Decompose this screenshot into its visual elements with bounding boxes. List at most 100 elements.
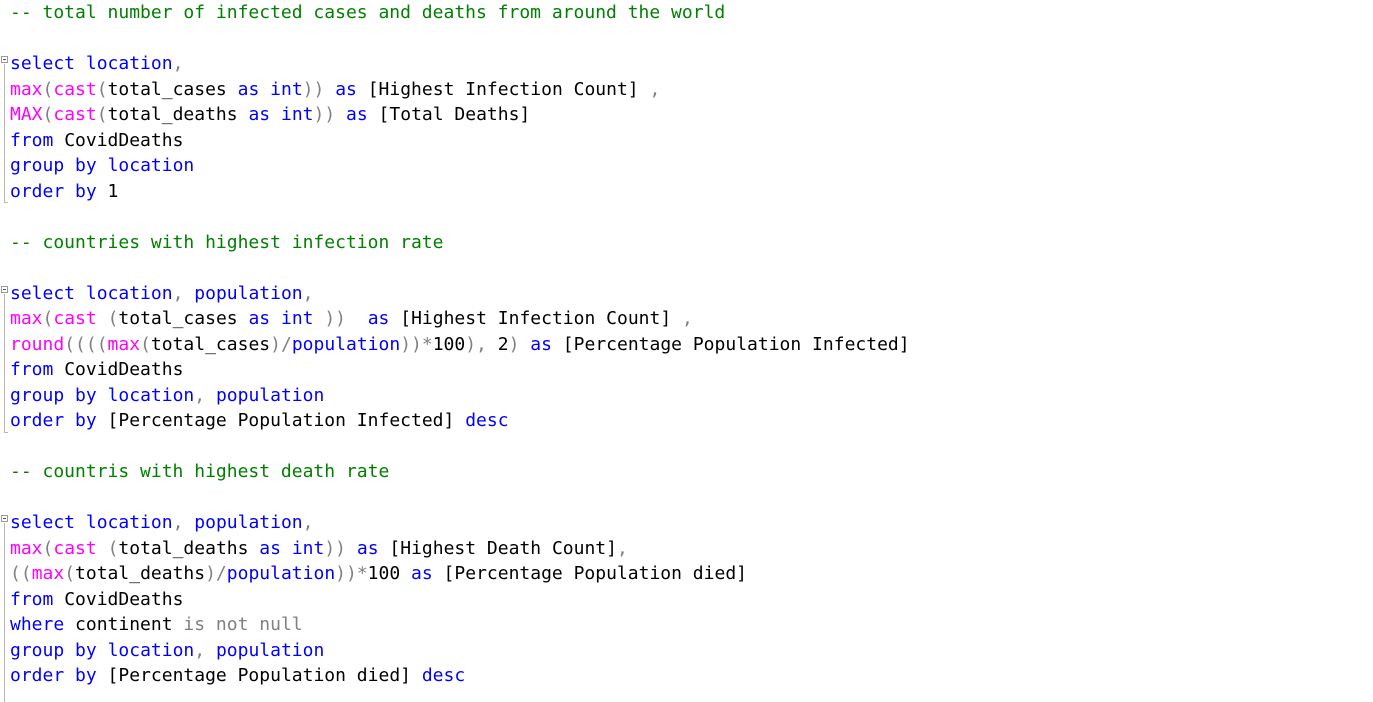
operator-token: ( — [107, 308, 119, 329]
text-token: [Percentage Population died] — [96, 665, 422, 686]
code-line[interactable]: -- countries with highest infection rate — [10, 230, 910, 256]
operator-token: is not null — [183, 614, 303, 635]
blank-line[interactable] — [10, 434, 910, 460]
fold-guide-line — [4, 64, 5, 202]
keyword-token: desc — [421, 665, 466, 686]
keyword-token: order — [10, 410, 65, 431]
operator-token: ), — [465, 333, 487, 355]
keyword-token: by — [75, 384, 97, 406]
code-line[interactable]: -- countris with highest death rate — [10, 459, 910, 485]
keyword-token: as — [346, 104, 368, 125]
text-token: total_deaths — [107, 104, 249, 125]
keyword-token: by — [75, 639, 97, 661]
keyword-token: by — [75, 410, 97, 431]
code-line[interactable]: select location, population, — [10, 510, 910, 536]
collapse-block-1-icon[interactable] — [1, 56, 8, 63]
code-line[interactable]: where continent is not null — [10, 612, 910, 638]
code-line[interactable]: group by location, population — [10, 638, 910, 664]
collapse-block-3-icon[interactable] — [1, 515, 8, 522]
code-text-area[interactable]: -- total number of infected cases and de… — [10, 0, 910, 689]
code-line[interactable]: group by location, population — [10, 383, 910, 409]
keyword-token: group — [10, 155, 65, 176]
code-line[interactable]: select location, — [10, 51, 910, 77]
text-token: total_cases — [118, 308, 249, 329]
comment-token: -- countries with highest infection rate — [10, 231, 444, 253]
operator-token: , — [194, 639, 206, 661]
keyword-token: as — [411, 563, 433, 584]
operator-token: , — [302, 512, 314, 533]
text-token: [Total Deaths] — [367, 104, 531, 125]
keyword-token: int — [270, 78, 303, 100]
keyword-token: location — [107, 384, 195, 406]
keyword-token: population — [215, 384, 325, 406]
keyword-token: as — [356, 537, 379, 559]
code-line[interactable]: group by location — [10, 153, 910, 179]
keyword-token: int — [280, 104, 314, 125]
code-line[interactable]: order by 1 — [10, 179, 910, 205]
text-token: total_deaths — [75, 563, 206, 584]
operator-token: ( — [96, 333, 108, 355]
code-line[interactable]: from CovidDeaths — [10, 357, 910, 383]
text-token: total_cases — [150, 333, 271, 355]
keyword-token: location — [85, 512, 173, 533]
keyword-token: order — [10, 665, 65, 686]
code-line[interactable]: select location, population, — [10, 281, 910, 307]
keyword-token: as — [335, 78, 357, 100]
function-token: cast — [53, 537, 97, 559]
code-line[interactable]: MAX(cast(total_deaths as int)) as [Total… — [10, 102, 910, 128]
keyword-token: as — [367, 308, 390, 329]
function-token: cast — [53, 78, 97, 100]
operator-token: , — [682, 308, 693, 329]
keyword-token: location — [107, 639, 195, 661]
fold-guide-line — [4, 294, 5, 432]
code-line[interactable]: order by [Percentage Population Infected… — [10, 408, 910, 434]
keyword-token: as — [237, 78, 260, 100]
code-line[interactable]: ((max(total_deaths)/population))*100 as … — [10, 561, 910, 587]
operator-token: )) — [302, 78, 325, 100]
text-token: continent — [64, 614, 184, 635]
text-token: total_deaths — [118, 537, 260, 559]
function-token: max — [107, 333, 141, 355]
fold-guide-end — [4, 432, 8, 433]
operator-token: )) — [324, 308, 347, 329]
code-line[interactable]: round((((max(total_cases)/population))*1… — [10, 332, 910, 358]
code-line[interactable]: -- total number of infected cases and de… — [10, 0, 910, 26]
keyword-token: from — [10, 588, 54, 610]
blank-line[interactable] — [10, 26, 910, 52]
code-line[interactable]: order by [Percentage Population died] de… — [10, 663, 910, 689]
operator-token: , — [302, 282, 314, 304]
operator-token: , — [194, 384, 206, 406]
code-line[interactable]: from CovidDeaths — [10, 128, 910, 154]
code-line[interactable]: max(cast(total_cases as int)) as [Highes… — [10, 77, 910, 103]
keyword-token: population — [194, 282, 303, 304]
collapse-block-2-icon[interactable] — [1, 286, 8, 293]
code-line[interactable]: max(cast (total_cases as int )) as [High… — [10, 306, 910, 332]
keyword-token: desc — [465, 410, 509, 431]
keyword-token: location — [85, 53, 173, 74]
blank-line[interactable] — [10, 485, 910, 511]
keyword-token: group — [10, 384, 65, 406]
code-line[interactable]: from CovidDeaths — [10, 587, 910, 613]
comment-token: -- countris with highest death rate — [10, 461, 390, 482]
text-token: [Percentage Population Infected] — [551, 333, 910, 355]
sql-query-editor[interactable]: -- total number of infected cases and de… — [0, 0, 1373, 702]
blank-line[interactable] — [10, 204, 910, 230]
code-line[interactable]: max(cast (total_deaths as int)) as [High… — [10, 536, 910, 562]
keyword-token: population — [226, 563, 336, 584]
blank-line[interactable] — [10, 255, 910, 281]
